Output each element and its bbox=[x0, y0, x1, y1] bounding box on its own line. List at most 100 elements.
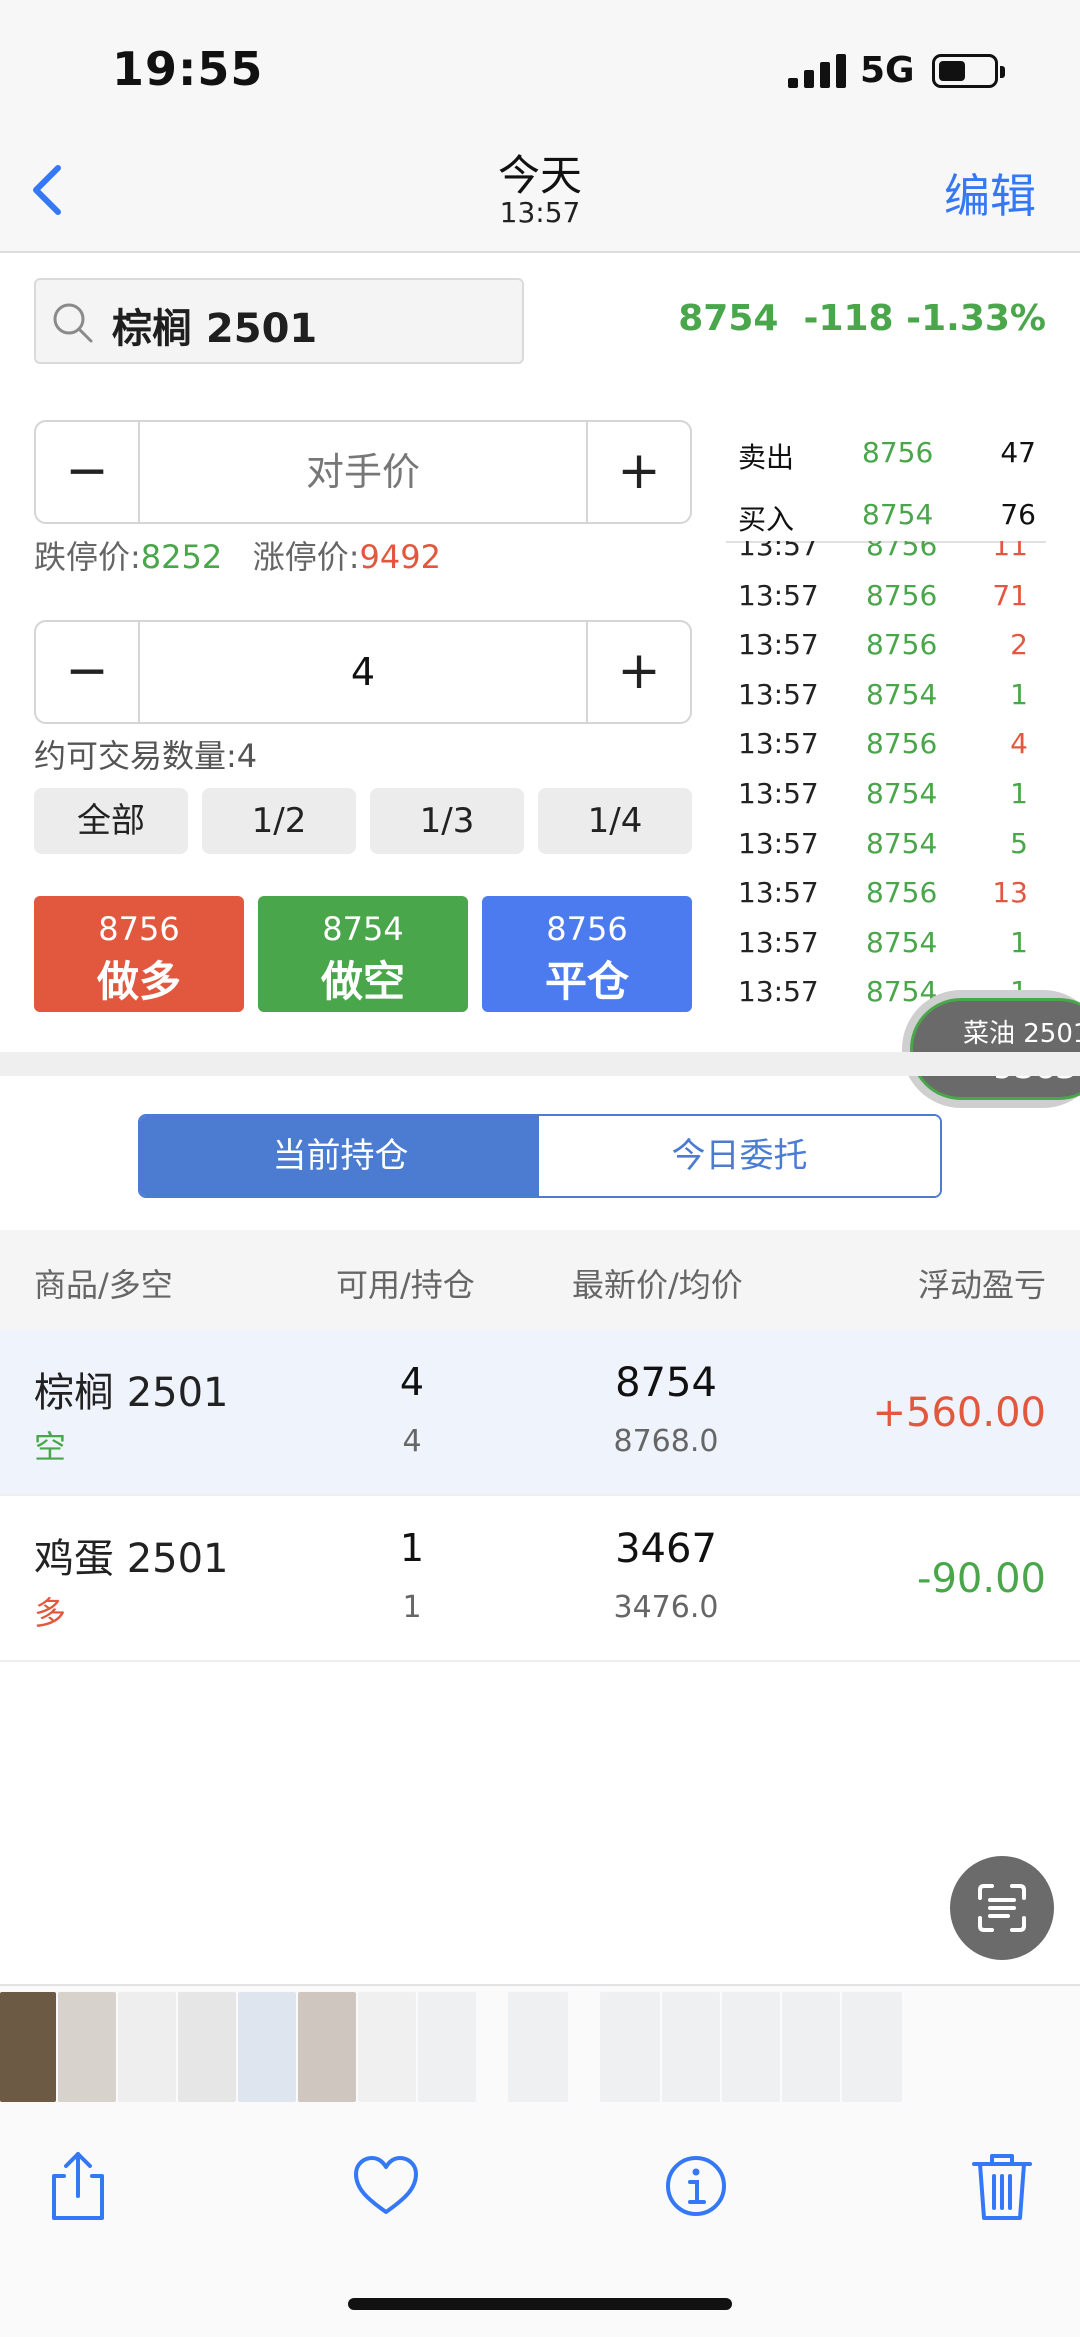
tick-row: 13:57 8756 2 bbox=[726, 622, 1046, 672]
thumbnail[interactable] bbox=[662, 1992, 720, 2102]
cellular-signal-icon bbox=[788, 54, 846, 88]
nav-title: 今天 bbox=[497, 151, 582, 200]
trash-icon[interactable] bbox=[962, 2146, 1042, 2226]
edit-button[interactable]: 编辑 bbox=[944, 160, 1036, 226]
heart-icon[interactable] bbox=[346, 2146, 426, 2226]
tick-qty: 4 bbox=[1010, 727, 1028, 761]
row-pnl: +560.00 bbox=[872, 1390, 1046, 1436]
thumbnail[interactable] bbox=[118, 1992, 176, 2102]
tick-qty: 71 bbox=[992, 578, 1028, 612]
quantity-stepper: − 4 + bbox=[34, 620, 692, 724]
quote-change: -118 bbox=[803, 298, 894, 339]
quote-summary: 8754 -118 -1.33% bbox=[678, 298, 1046, 339]
tick-row: 13:57 8756 11 bbox=[726, 541, 1046, 573]
short-label: 做空 bbox=[320, 957, 405, 1006]
thumbnail[interactable] bbox=[178, 1992, 236, 2102]
tick-time: 13:57 bbox=[738, 578, 819, 612]
long-price: 8756 bbox=[98, 910, 180, 948]
row-available: 4 bbox=[399, 1360, 425, 1404]
price-limits: 跌停价:8252 涨停价:9492 bbox=[34, 532, 441, 578]
info-icon[interactable] bbox=[656, 2146, 736, 2226]
limit-up-value: 9492 bbox=[359, 538, 441, 576]
short-button[interactable]: 8754 做空 bbox=[258, 896, 468, 1012]
header-product: 商品/多空 bbox=[34, 1266, 173, 1304]
table-row[interactable]: 棕榈 2501 空 4 4 8754 8768.0 +560.00 bbox=[0, 1330, 1080, 1496]
tick-row: 13:57 8756 4 bbox=[726, 721, 1046, 771]
quote-price: 8754 bbox=[678, 298, 779, 339]
section-divider bbox=[0, 1052, 1080, 1076]
network-type: 5G bbox=[860, 50, 915, 91]
price-plus-button[interactable]: + bbox=[586, 422, 690, 522]
price-minus-button[interactable]: − bbox=[36, 422, 140, 522]
table-header: 商品/多空 可用/持仓 最新价/均价 浮动盈亏 bbox=[0, 1230, 1080, 1330]
ask-row: 卖出 8756 47 bbox=[726, 428, 1046, 478]
search-value: 棕榈 2501 bbox=[112, 306, 318, 352]
thumbnail[interactable] bbox=[418, 1992, 476, 2102]
tick-time: 13:57 bbox=[738, 876, 819, 910]
position-tabs: 当前持仓 今日委托 bbox=[138, 1114, 942, 1198]
tick-time: 13:57 bbox=[738, 777, 819, 810]
header-available: 可用/持仓 bbox=[336, 1266, 475, 1304]
tick-qty: 2 bbox=[1010, 628, 1028, 662]
row-holding: 4 bbox=[402, 1424, 422, 1459]
fraction-all-button[interactable]: 全部 bbox=[34, 788, 188, 854]
fraction-third-button[interactable]: 1/3 bbox=[370, 788, 524, 854]
tick-time: 13:57 bbox=[738, 975, 819, 1009]
tick-qty: 13 bbox=[992, 876, 1028, 910]
share-icon[interactable] bbox=[38, 2146, 118, 2226]
long-button[interactable]: 8756 做多 bbox=[34, 896, 244, 1012]
tab-current-positions[interactable]: 当前持仓 bbox=[140, 1116, 541, 1196]
close-price: 8756 bbox=[546, 910, 628, 948]
table-row[interactable]: 鸡蛋 2501 多 1 1 3467 3476.0 -90.00 bbox=[0, 1496, 1080, 1662]
quantity-plus-button[interactable]: + bbox=[586, 622, 690, 722]
tick-price: 8756 bbox=[866, 578, 938, 612]
price-input[interactable]: 对手价 bbox=[140, 422, 586, 522]
thumbnail[interactable] bbox=[58, 1992, 116, 2102]
tick-qty: 5 bbox=[1010, 826, 1028, 860]
tick-price: 8756 bbox=[866, 541, 938, 562]
thumbnail[interactable] bbox=[358, 1992, 416, 2102]
scan-text-button[interactable] bbox=[950, 1856, 1054, 1960]
tab-today-orders[interactable]: 今日委托 bbox=[539, 1116, 940, 1196]
thumbnail[interactable] bbox=[600, 1992, 660, 2102]
limit-down-value: 8252 bbox=[140, 538, 223, 576]
quantity-input[interactable]: 4 bbox=[140, 622, 586, 722]
thumbnail[interactable] bbox=[782, 1992, 840, 2102]
limit-up-label: 涨停价: bbox=[252, 538, 360, 576]
quantity-fraction-buttons: 全部 1/2 1/3 1/4 bbox=[34, 788, 692, 854]
row-product: 鸡蛋 2501 bbox=[34, 1536, 229, 1582]
row-last-price: 8754 bbox=[615, 1360, 717, 1406]
tick-price: 8754 bbox=[866, 925, 938, 959]
bid-price: 8754 bbox=[862, 498, 934, 531]
bid-side: 买入 bbox=[738, 503, 795, 536]
available-quantity: 约可交易数量:4 bbox=[34, 737, 258, 775]
header-price: 最新价/均价 bbox=[572, 1266, 743, 1304]
tick-time: 13:57 bbox=[738, 541, 819, 562]
bid-qty: 76 bbox=[1000, 498, 1036, 531]
thumbnail[interactable] bbox=[298, 1992, 356, 2102]
ask-side: 卖出 bbox=[738, 441, 795, 474]
photo-thumbnail-strip[interactable] bbox=[0, 1984, 1080, 2108]
long-label: 做多 bbox=[96, 957, 181, 1006]
fraction-quarter-button[interactable]: 1/4 bbox=[538, 788, 692, 854]
tick-time: 13:57 bbox=[738, 925, 819, 959]
fraction-half-button[interactable]: 1/2 bbox=[202, 788, 356, 854]
tick-price: 8754 bbox=[866, 826, 938, 860]
search-icon bbox=[53, 303, 93, 343]
trade-ticks-list[interactable]: 13:57 8756 11 13:57 8756 71 13:57 8756 2 13:57 875… bbox=[726, 541, 1046, 1021]
thumbnail[interactable] bbox=[508, 1992, 568, 2102]
row-holding: 1 bbox=[402, 1590, 422, 1625]
navigation-bar: 今天 13:57 编辑 bbox=[0, 140, 1080, 253]
quantity-minus-button[interactable]: − bbox=[36, 622, 140, 722]
thumbnail[interactable] bbox=[722, 1992, 780, 2102]
tick-price: 8756 bbox=[866, 876, 938, 910]
close-position-button[interactable]: 8756 平仓 bbox=[482, 896, 692, 1012]
floating-quote-bubble[interactable]: 菜油 2501 9563 bbox=[902, 990, 1080, 1108]
thumbnail[interactable] bbox=[842, 1992, 902, 2102]
contract-search-input[interactable]: 棕榈 2501 bbox=[34, 278, 524, 364]
tick-row: 13:57 8754 1 bbox=[726, 771, 1046, 821]
thumbnail[interactable] bbox=[0, 1992, 56, 2102]
thumbnail[interactable] bbox=[238, 1992, 296, 2102]
row-available: 1 bbox=[399, 1526, 425, 1570]
tick-qty: 1 bbox=[1010, 777, 1028, 810]
